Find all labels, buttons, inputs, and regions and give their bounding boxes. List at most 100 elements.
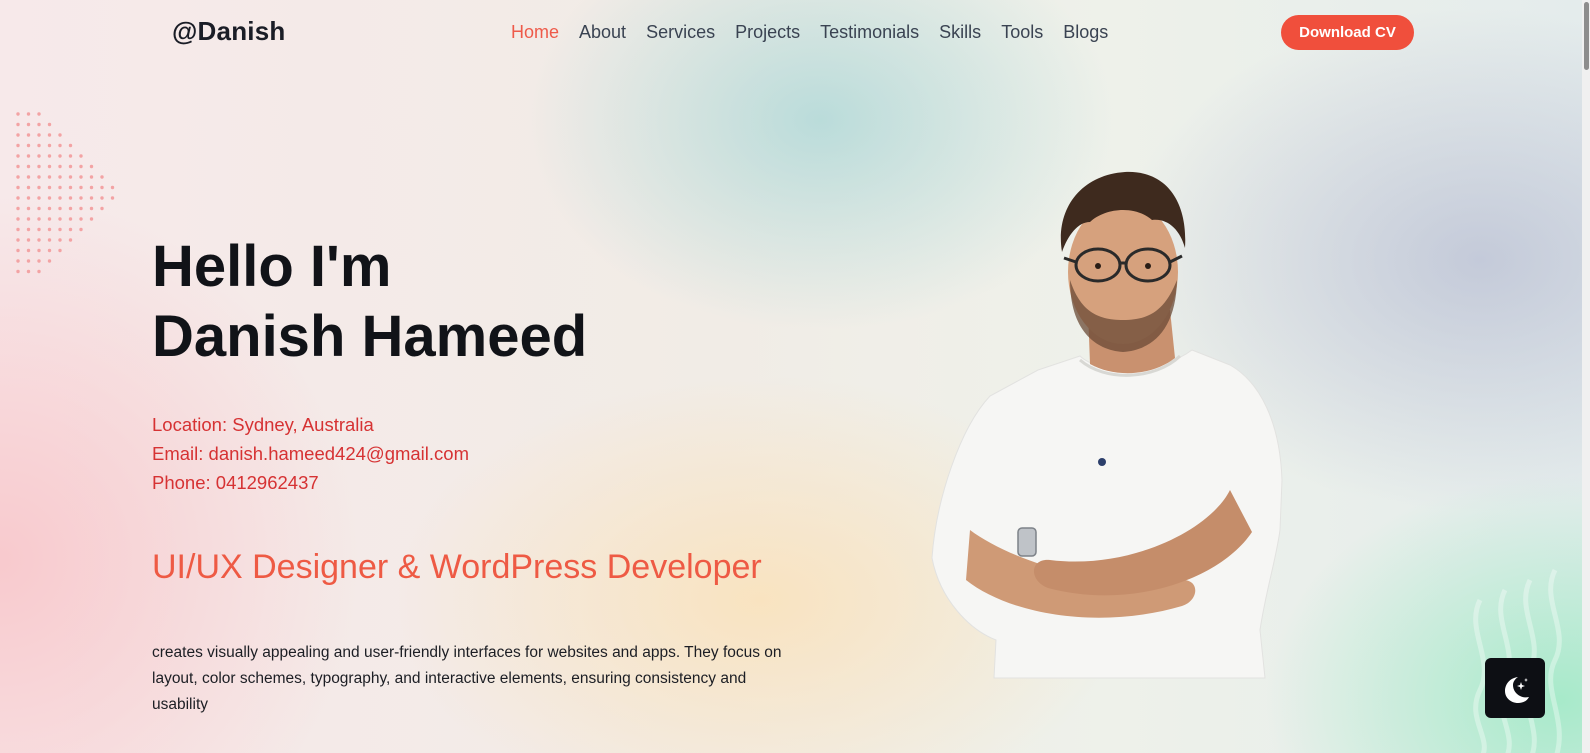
decor-dot <box>58 143 62 148</box>
decor-dot <box>16 112 20 116</box>
decor-dot <box>16 175 20 179</box>
wave-decoration <box>1473 568 1562 753</box>
role-title: UI/UX Designer & WordPress Developer <box>152 548 762 586</box>
download-cv-button[interactable]: Download CV <box>1281 15 1414 50</box>
decor-dot <box>37 164 41 169</box>
decor-dot <box>16 217 20 221</box>
decor-dot <box>47 217 52 221</box>
main-nav: Home About Services Projects Testimonial… <box>511 22 1108 43</box>
dot-pattern-decoration <box>16 112 115 274</box>
decor-dot <box>68 227 73 232</box>
decor-dot <box>47 259 52 263</box>
site-header: @Danish Home About Services Projects Tes… <box>0 0 1590 66</box>
hero-heading: Hello I'm Danish Hameed <box>152 232 587 372</box>
decor-dot <box>26 122 31 127</box>
decor-dot <box>26 196 31 200</box>
decor-dot <box>79 154 83 158</box>
decor-dot <box>58 185 62 190</box>
decor-dot <box>89 164 94 169</box>
decor-dot <box>68 164 73 169</box>
decor-dot <box>37 259 41 263</box>
decor-dot <box>47 185 52 190</box>
page-scrollbar[interactable] <box>1582 0 1590 753</box>
decor-dot <box>16 248 20 253</box>
theme-toggle-button[interactable] <box>1485 658 1545 718</box>
decor-dot <box>79 185 83 190</box>
decor-dot <box>110 196 115 200</box>
nav-item-services[interactable]: Services <box>646 22 715 43</box>
nav-item-home[interactable]: Home <box>511 22 559 43</box>
decor-dot <box>37 154 41 158</box>
decor-dot <box>16 164 20 169</box>
decor-dot <box>79 227 83 232</box>
decor-dot <box>89 217 94 221</box>
shirt-logo-shape <box>1098 458 1106 466</box>
decor-dot <box>26 227 31 232</box>
decor-dot <box>16 154 20 158</box>
role-description: creates visually appealing and user-frie… <box>152 644 782 713</box>
decor-dot <box>68 238 73 242</box>
decor-dot <box>37 143 41 148</box>
decor-dot <box>26 217 31 221</box>
decor-dot <box>47 238 52 242</box>
person-portrait <box>931 171 1283 679</box>
decor-dot <box>58 217 62 221</box>
decor-dot <box>47 133 52 137</box>
decor-dot <box>58 238 62 242</box>
decor-dot <box>58 248 62 253</box>
decor-dot <box>58 164 62 169</box>
nav-item-blogs[interactable]: Blogs <box>1063 22 1108 43</box>
decor-dot <box>89 206 94 211</box>
hero-name: Danish Hameed <box>152 304 588 369</box>
decor-dot <box>68 185 73 190</box>
decor-dot <box>79 217 83 221</box>
decor-dot <box>68 154 73 158</box>
decor-dot <box>47 164 52 169</box>
nav-item-about[interactable]: About <box>579 22 626 43</box>
decor-dot <box>47 227 52 232</box>
decor-dot <box>100 196 104 200</box>
decor-dot <box>16 269 20 274</box>
decor-dot <box>58 175 62 179</box>
nav-item-skills[interactable]: Skills <box>939 22 981 43</box>
nav-item-tools[interactable]: Tools <box>1001 22 1043 43</box>
decor-dot <box>37 238 41 242</box>
decor-dot <box>79 196 83 200</box>
decor-dot <box>37 217 41 221</box>
decor-dot <box>79 164 83 169</box>
decor-dot <box>37 175 41 179</box>
decor-dot <box>26 164 31 169</box>
decor-dot <box>58 133 62 137</box>
decor-dot <box>100 206 104 211</box>
decor-dot <box>47 122 52 127</box>
decor-dot <box>37 185 41 190</box>
decor-dot <box>58 206 62 211</box>
hero-greeting: Hello I'm <box>152 234 392 299</box>
decor-dot <box>16 122 20 127</box>
decor-dot <box>58 227 62 232</box>
scrollbar-thumb[interactable] <box>1584 2 1589 70</box>
nav-item-projects[interactable]: Projects <box>735 22 800 43</box>
decor-dot <box>16 206 20 211</box>
decor-dot <box>37 227 41 232</box>
phone-text[interactable]: Phone: 0412962437 <box>152 468 469 497</box>
decor-dot <box>26 259 31 263</box>
decor-dot <box>16 133 20 137</box>
left-eye <box>1095 263 1101 269</box>
email-text[interactable]: Email: danish.hameed424@gmail.com <box>152 439 469 468</box>
decor-dot <box>37 269 41 274</box>
decor-dot <box>16 185 20 190</box>
moon-stars-icon <box>1505 677 1529 703</box>
decor-dot <box>26 175 31 179</box>
decor-dot <box>26 112 31 116</box>
decor-dot <box>16 238 20 242</box>
decor-dot <box>37 196 41 200</box>
decor-dot <box>26 269 31 274</box>
site-logo[interactable]: @Danish <box>172 16 285 47</box>
decor-dot <box>100 185 104 190</box>
decor-dot <box>26 143 31 148</box>
nav-item-testimonials[interactable]: Testimonials <box>820 22 919 43</box>
decor-dot <box>110 185 115 190</box>
decor-dot <box>58 154 62 158</box>
decor-dot <box>26 133 31 137</box>
